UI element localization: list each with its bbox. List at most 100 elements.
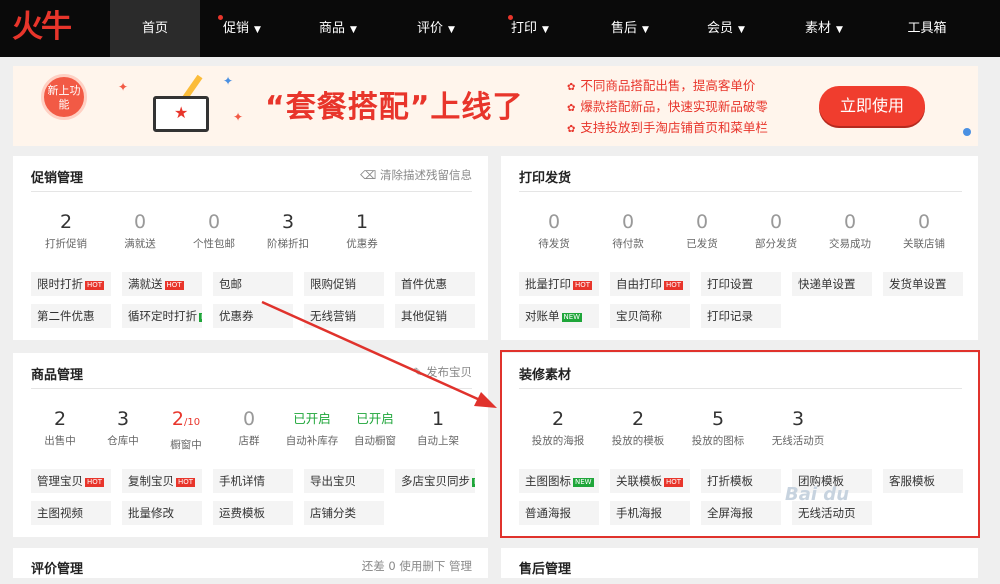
- panel-title: 评价管理: [31, 562, 84, 577]
- stat-label: 交易成功: [829, 238, 871, 250]
- banner-bullet: ✿ 支持投放到手淘店铺首页和菜单栏: [567, 120, 768, 135]
- print-stat[interactable]: 0 交易成功: [813, 210, 887, 251]
- stat-value: 0: [547, 211, 561, 233]
- use-now-button[interactable]: 立即使用: [819, 86, 925, 126]
- print-button[interactable]: 打印记录: [701, 304, 781, 328]
- panel-title: 商品管理: [31, 368, 84, 383]
- top-nav: 火牛 首页 促销 ▼ 商品 ▼ 评价 ▼ 打印 ▼ 售后 ▼ 会员 ▼ 素材 ▼ 工具箱: [0, 0, 1000, 57]
- watermark: Bai du: [785, 484, 850, 505]
- carousel-dot[interactable]: [963, 128, 971, 136]
- notification-dot: [508, 15, 513, 20]
- flower-icon: ✿: [567, 124, 576, 135]
- stat-label: 关联店铺: [903, 238, 945, 250]
- promo-button[interactable]: 满就送 HOT: [122, 272, 202, 296]
- goods-stat[interactable]: 1 自动上架: [401, 407, 475, 448]
- banner-bullets: ✿ 不同商品搭配出售，提高客单价 ✿ 爆款搭配新品，快速实现新品破零 ✿ 支持投放到手…: [567, 76, 768, 139]
- promo-stat[interactable]: 1 优惠券: [325, 210, 399, 251]
- promo-button[interactable]: 优惠券: [213, 304, 293, 328]
- print-stat[interactable]: 0 待付款: [591, 210, 665, 251]
- promo-button[interactable]: 其他促销: [395, 304, 475, 328]
- goods-panel: 商品管理 ✎ 发布宝贝 2 出售中 3 仓库中 2/10 橱窗中 0 店群 已开启 自动补库存 已开…: [13, 353, 488, 537]
- promo-button[interactable]: 限购促销: [304, 272, 384, 296]
- stat-value: 1: [431, 408, 445, 430]
- stat-value: 1: [355, 211, 369, 233]
- nav-item-8[interactable]: 工具箱: [885, 0, 969, 57]
- print-button[interactable]: 对账单 NEW: [519, 304, 599, 328]
- stat-label: 待付款: [612, 238, 644, 250]
- panel-title: 售后管理: [519, 562, 572, 577]
- stat-label: 阶梯折扣: [267, 238, 309, 250]
- print-button[interactable]: 批量打印 HOT: [519, 272, 599, 296]
- caret-down-icon: ▼: [642, 25, 649, 35]
- publish-item-link[interactable]: ✎ 发布宝贝: [413, 364, 472, 380]
- goods-button[interactable]: 主图视频: [31, 501, 111, 525]
- promo-stat[interactable]: 0 满就送: [103, 210, 177, 251]
- promo-button[interactable]: 限时打折 HOT: [31, 272, 111, 296]
- print-button[interactable]: 发货单设置: [883, 272, 963, 296]
- sparkle-icon: ✦: [118, 80, 129, 94]
- nav-item-5[interactable]: 售后 ▼: [588, 0, 672, 57]
- promo-button[interactable]: 循环定时打折NEW: [122, 304, 202, 328]
- caret-down-icon: ▼: [836, 25, 843, 35]
- print-button[interactable]: 自由打印 HOT: [610, 272, 690, 296]
- print-stat[interactable]: 0 关联店铺: [887, 210, 961, 251]
- edit-icon: ✎: [412, 365, 426, 379]
- panel-title: 促销管理: [31, 171, 84, 186]
- review-link[interactable]: 还差 0 使用删下 管理: [362, 558, 472, 574]
- gift-box-icon: ★: [153, 96, 209, 132]
- caret-down-icon: ▼: [254, 25, 261, 35]
- goods-button[interactable]: 批量修改: [122, 501, 202, 525]
- nav-item-0[interactable]: 首页: [110, 0, 200, 57]
- stat-value: 0: [843, 211, 857, 233]
- stat-value: 0: [695, 211, 709, 233]
- print-stat[interactable]: 0 部分发货: [739, 210, 813, 251]
- stat-label: 已发货: [686, 238, 718, 250]
- print-button[interactable]: 打印设置: [701, 272, 781, 296]
- stat-label: 满就送: [124, 238, 156, 250]
- hot-badge: HOT: [164, 281, 184, 290]
- nav-item-6[interactable]: 会员 ▼: [684, 0, 768, 57]
- new-badge: NEW: [199, 313, 202, 322]
- promo-button[interactable]: 无线营销: [304, 304, 384, 328]
- banner-bullet: ✿ 爆款搭配新品，快速实现新品破零: [567, 99, 768, 114]
- promo-stat[interactable]: 2 打折促销: [29, 210, 103, 251]
- promo-stat[interactable]: 0 个性包邮: [177, 210, 251, 251]
- print-stat[interactable]: 0 已发货: [665, 210, 739, 251]
- goods-button[interactable]: 导出宝贝: [304, 469, 384, 493]
- print-stat[interactable]: 0 待发货: [517, 210, 591, 251]
- nav-item-3[interactable]: 评价 ▼: [394, 0, 478, 57]
- nav-item-1[interactable]: 促销 ▼: [200, 0, 284, 57]
- flower-icon: ✿: [567, 82, 576, 93]
- logo[interactable]: 火牛: [12, 9, 82, 45]
- stat-value: 2: [59, 211, 73, 233]
- stat-label: 待发货: [538, 238, 570, 250]
- stat-value: 0: [621, 211, 635, 233]
- nav-item-2[interactable]: 商品 ▼: [296, 0, 380, 57]
- hot-badge: HOT: [573, 281, 593, 290]
- goods-button[interactable]: 运费模板: [213, 501, 293, 525]
- promo-button[interactable]: 包邮: [213, 272, 293, 296]
- goods-button[interactable]: 管理宝贝 HOT: [31, 469, 111, 493]
- nav-item-7[interactable]: 素材 ▼: [782, 0, 866, 57]
- promo-banner[interactable]: 新上功能 ✦ ✦ ✦ ★ “套餐搭配”上线了 ✿ 不同商品搭配出售，提高客单价 ✿…: [13, 66, 978, 146]
- print-button[interactable]: 快递单设置: [792, 272, 872, 296]
- promo-panel: 促销管理 ⌫ 清除描述残留信息 2 打折促销 0 满就送 0 个性包邮 3 阶梯折扣 1 优惠券 …: [13, 156, 488, 340]
- notification-dot: [218, 15, 223, 20]
- star-icon: ★: [174, 103, 189, 122]
- caret-down-icon: ▼: [350, 25, 357, 35]
- nav-item-4[interactable]: 打印 ▼: [488, 0, 572, 57]
- print-button[interactable]: 宝贝简称: [610, 304, 690, 328]
- goods-button[interactable]: 复制宝贝 HOT: [122, 469, 202, 493]
- hot-badge: HOT: [85, 478, 105, 487]
- eraser-icon: ⌫: [360, 168, 380, 182]
- promo-button[interactable]: 第二件优惠: [31, 304, 111, 328]
- goods-button[interactable]: 手机详情: [213, 469, 293, 493]
- stat-label: 自动上架: [417, 435, 459, 447]
- goods-button[interactable]: 店铺分类: [304, 501, 384, 525]
- clear-residual-link[interactable]: ⌫ 清除描述残留信息: [360, 167, 472, 183]
- goods-button[interactable]: 多店宝贝同步NEW: [395, 469, 475, 493]
- hot-badge: HOT: [85, 281, 105, 290]
- promo-button[interactable]: 首件优惠: [395, 272, 475, 296]
- promo-stat[interactable]: 3 阶梯折扣: [251, 210, 325, 251]
- stat-value: 3: [281, 211, 295, 233]
